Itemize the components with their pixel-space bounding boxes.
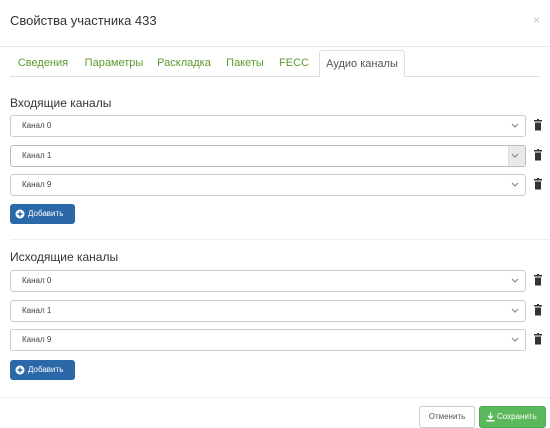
trash-icon[interactable] (532, 274, 544, 288)
outgoing-channel-row: Канал 1 (10, 300, 548, 322)
select-value: Канал 9 (22, 335, 52, 344)
chevron-down-icon (511, 337, 519, 342)
select-value: Канал 9 (22, 180, 52, 189)
section-divider (10, 239, 550, 240)
outgoing-channel-select[interactable]: Канал 0 (10, 270, 526, 292)
incoming-channel-select[interactable]: Канал 9 (10, 174, 526, 196)
select-value: Канал 0 (22, 121, 52, 130)
outgoing-channel-select[interactable]: Канал 1 (10, 300, 526, 322)
incoming-channel-row: Канал 9 (10, 174, 548, 196)
tab-info[interactable]: Сведения (12, 50, 74, 76)
select-value: Канал 1 (22, 306, 52, 315)
plus-circle-icon (15, 365, 25, 375)
add-button-label: Добавить (28, 365, 64, 374)
outgoing-channel-row: Канал 9 (10, 329, 548, 351)
participant-properties-modal: Свойства участника 433 × Сведения Параме… (0, 0, 550, 428)
modal-title: Свойства участника 433 (10, 13, 157, 28)
trash-icon[interactable] (532, 333, 544, 347)
add-incoming-channel-button[interactable]: Добавить (10, 204, 75, 224)
trash-icon[interactable] (532, 149, 544, 163)
add-outgoing-channel-button[interactable]: Добавить (10, 360, 75, 380)
download-icon (486, 412, 495, 422)
tab-layout[interactable]: Раскладка (153, 50, 215, 76)
incoming-channels-title: Входящие каналы (10, 96, 112, 110)
chevron-down-icon (511, 123, 519, 128)
chevron-down-icon (511, 182, 519, 187)
incoming-channel-select[interactable]: Канал 1 (10, 145, 526, 167)
tab-bar: Сведения Параметры Раскладка Пакеты FECC… (10, 50, 540, 77)
tab-packets[interactable]: Пакеты (222, 50, 268, 76)
add-button-label: Добавить (28, 209, 64, 218)
plus-circle-icon (15, 209, 25, 219)
trash-icon[interactable] (532, 178, 544, 192)
save-button-label: Сохранить (497, 412, 537, 421)
chevron-down-icon (511, 278, 519, 283)
modal-header: Свойства участника 433 × (0, 0, 550, 47)
outgoing-channel-row: Канал 0 (10, 270, 548, 292)
incoming-channel-row: Канал 1 (10, 145, 548, 167)
tab-fecc[interactable]: FECC (276, 50, 312, 76)
tab-audio-channels[interactable]: Аудио каналы (319, 50, 405, 77)
outgoing-channel-select[interactable]: Канал 9 (10, 329, 526, 351)
close-icon[interactable]: × (533, 13, 540, 27)
select-value: Канал 1 (22, 151, 52, 160)
incoming-channel-row: Канал 0 (10, 115, 548, 137)
cancel-button[interactable]: Отменить (419, 406, 475, 428)
chevron-down-icon (511, 308, 519, 313)
select-value: Канал 0 (22, 276, 52, 285)
outgoing-channels-title: Исходящие каналы (10, 250, 119, 264)
footer-divider (0, 397, 550, 398)
trash-icon[interactable] (532, 304, 544, 318)
save-button[interactable]: Сохранить (479, 406, 546, 428)
chevron-down-icon (511, 153, 519, 158)
incoming-channel-select[interactable]: Канал 0 (10, 115, 526, 137)
trash-icon[interactable] (532, 119, 544, 133)
tab-parameters[interactable]: Параметры (82, 50, 146, 76)
